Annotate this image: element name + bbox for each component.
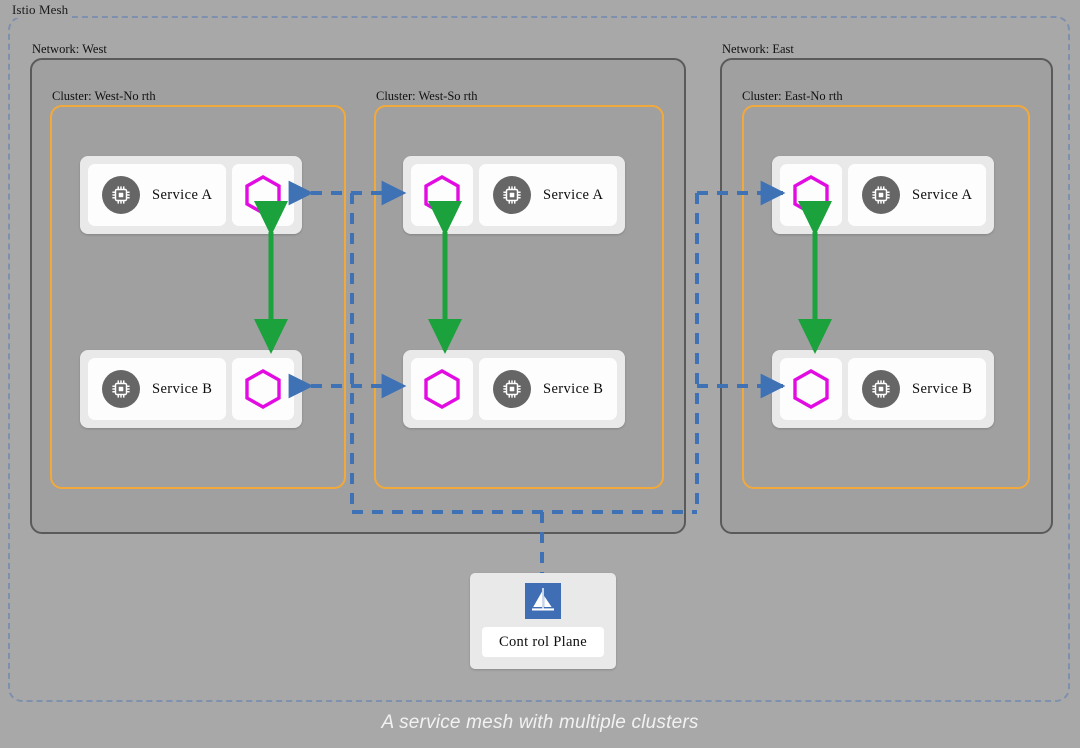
diagram-canvas: Istio Mesh Network: West Cluster: West-N… bbox=[0, 0, 1080, 748]
cluster-label-west-south: Cluster: West-So rth bbox=[376, 89, 478, 103]
pod-group-east-north-service-b[interactable]: Service B bbox=[772, 350, 995, 428]
diagram-caption: A service mesh with multiple clusters bbox=[381, 712, 699, 733]
proxy-card-west-north-a[interactable] bbox=[232, 164, 295, 226]
service-name: Service B bbox=[152, 380, 213, 397]
envoy-hexagon-icon bbox=[423, 174, 461, 216]
network-label-west: Network: West bbox=[32, 42, 107, 56]
service-card-west-south-a[interactable]: Service A bbox=[479, 164, 618, 226]
service-card-west-north-a[interactable]: Service A bbox=[88, 164, 227, 226]
chip-icon bbox=[862, 176, 900, 214]
envoy-hexagon-icon bbox=[244, 368, 282, 410]
network-label-east: Network: East bbox=[722, 42, 794, 56]
proxy-card-west-north-b[interactable] bbox=[232, 358, 295, 420]
chip-icon bbox=[102, 176, 140, 214]
service-name: Service A bbox=[152, 186, 213, 203]
service-card-west-north-b[interactable]: Service B bbox=[88, 358, 227, 420]
envoy-hexagon-icon bbox=[423, 368, 461, 410]
chip-icon bbox=[102, 370, 140, 408]
pod-group-west-north-service-a[interactable]: Service A bbox=[80, 156, 303, 234]
chip-icon bbox=[862, 370, 900, 408]
proxy-card-west-south-b[interactable] bbox=[411, 358, 473, 420]
service-card-east-north-a[interactable]: Service A bbox=[848, 164, 987, 226]
proxy-card-east-north-a[interactable] bbox=[780, 164, 842, 226]
envoy-hexagon-icon bbox=[792, 174, 830, 216]
envoy-hexagon-icon bbox=[244, 174, 282, 216]
pod-group-west-south-service-a[interactable]: Service A bbox=[403, 156, 626, 234]
pod-group-west-south-service-b[interactable]: Service B bbox=[403, 350, 626, 428]
cluster-label-east-north: Cluster: East-No rth bbox=[742, 89, 843, 103]
service-name: Service B bbox=[912, 380, 973, 397]
chip-icon bbox=[493, 176, 531, 214]
service-name: Service B bbox=[543, 380, 604, 397]
proxy-card-east-north-b[interactable] bbox=[780, 358, 842, 420]
service-name: Service A bbox=[543, 186, 604, 203]
cluster-label-west-north: Cluster: West-No rth bbox=[52, 89, 156, 103]
istio-sailboat-icon bbox=[525, 583, 561, 619]
service-card-west-south-b[interactable]: Service B bbox=[479, 358, 618, 420]
control-plane-label: Cont rol Plane bbox=[482, 627, 604, 657]
control-plane-node[interactable]: Cont rol Plane bbox=[470, 573, 616, 669]
envoy-hexagon-icon bbox=[792, 368, 830, 410]
pod-group-east-north-service-a[interactable]: Service A bbox=[772, 156, 995, 234]
service-card-east-north-b[interactable]: Service B bbox=[848, 358, 987, 420]
istio-mesh-label: Istio Mesh bbox=[9, 2, 72, 18]
pod-group-west-north-service-b[interactable]: Service B bbox=[80, 350, 303, 428]
chip-icon bbox=[493, 370, 531, 408]
proxy-card-west-south-a[interactable] bbox=[411, 164, 473, 226]
service-name: Service A bbox=[912, 186, 973, 203]
